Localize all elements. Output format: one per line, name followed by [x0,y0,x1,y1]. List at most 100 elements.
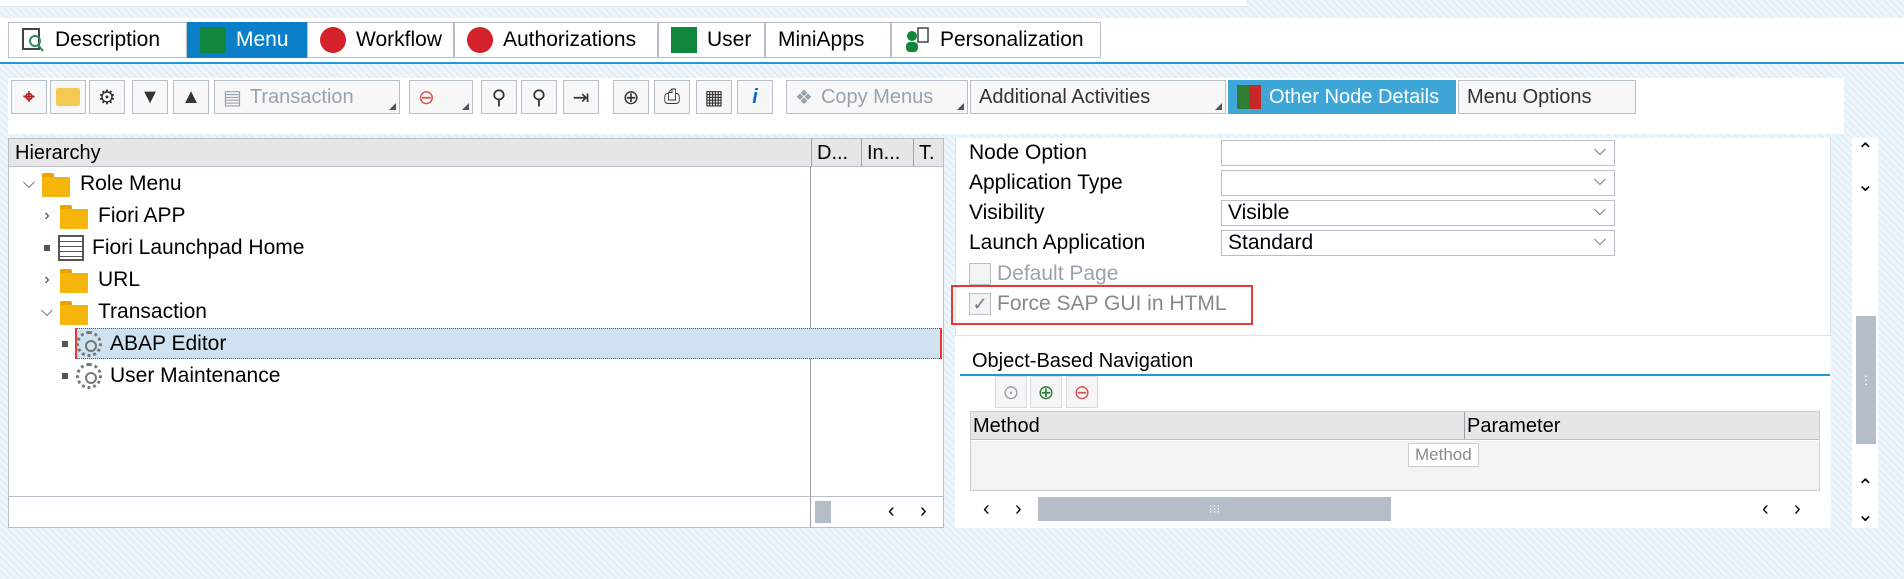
find-next-button[interactable]: ⚲ [521,80,557,114]
scroll-right-icon[interactable]: › [1015,498,1022,521]
node-option-label: Node Option [969,141,1087,164]
hscroll-thumb[interactable] [815,501,831,523]
menu-options-button[interactable]: Menu Options [1458,80,1636,114]
hierarchy-header: Hierarchy D... In... T. [9,139,943,167]
move-up-button[interactable]: ▲ [173,80,209,114]
delete-node-button[interactable]: ⊖ [409,80,473,114]
chevron-down-icon[interactable]: ⌵ [38,303,56,321]
hierarchy-button[interactable]: ⚙ [89,80,125,114]
tree-node-user-maintenance[interactable]: User Maintenance [56,361,280,391]
obn-column-method[interactable]: Method [971,412,1465,440]
obn-table-row[interactable] [971,441,1819,490]
add-row-icon: ⊕ [1037,381,1055,404]
tab-miniapps[interactable]: MiniApps [765,22,891,58]
scroll-left-icon[interactable]: ‹ [888,500,895,523]
workflow-icon [320,27,346,53]
obn-title: Object-Based Navigation [972,350,1194,372]
launch-application-label: Launch Application [969,231,1146,254]
tab-label: User [707,28,752,51]
find-button[interactable]: ⚲ [481,80,517,114]
force-sapgui-checkbox[interactable]: ✓ [969,293,991,315]
column-description[interactable]: D... [817,142,848,165]
tree-node-url[interactable]: › URL [38,265,140,295]
dropdown-corner-icon [462,103,469,110]
scroll-left-icon[interactable]: ‹ [983,498,990,521]
layout-button[interactable]: ▦ [696,80,732,114]
obn-hscroll-thumb[interactable]: ⁝⁝⁝ [1038,497,1391,521]
obn-add-row-button[interactable]: ⊕ [1030,376,1062,408]
scroll-up-icon[interactable]: ⌃ [1857,138,1874,163]
tab-personalization[interactable]: Personalization [891,22,1101,58]
tab-menu[interactable]: Menu [187,22,307,58]
hierarchy-icon: ⚙ [98,86,116,109]
move-down-button[interactable]: ▼ [132,80,168,114]
column-info[interactable]: In... [867,142,900,165]
scroll-down-icon[interactable]: ⌄ [1857,172,1874,197]
copy-menus-button[interactable]: ❖ Copy Menus [786,80,968,114]
copy-menus-label: Copy Menus [820,85,934,108]
scroll-up-icon[interactable]: ⌃ [1857,474,1874,499]
tab-user[interactable]: User [658,22,765,58]
tree-node-label: ABAP Editor [110,332,227,355]
tab-authorizations[interactable]: Authorizations [454,22,658,58]
node-details-icon [1237,85,1261,109]
tree-node-role-menu[interactable]: ⌵ Role Menu [20,169,182,199]
folder-open-icon [60,299,90,325]
scroll-left-icon[interactable]: ‹ [1762,498,1769,521]
other-node-details-label: Other Node Details [1269,85,1440,108]
visibility-select[interactable]: Visible ⌵ [1221,200,1615,226]
vscroll-thumb[interactable]: ⋮ [1856,316,1876,444]
info-button[interactable]: i [737,80,773,114]
authorizations-icon [467,27,493,53]
transaction-button[interactable]: ▤ Transaction [214,80,400,114]
obn-column-parameter[interactable]: Parameter [1465,412,1819,440]
tree-node-fiori-app[interactable]: › Fiori APP [38,201,186,231]
launch-application-select[interactable]: Standard ⌵ [1221,230,1615,256]
transaction-gear-icon [76,331,102,357]
chevron-down-icon: ⌵ [1593,142,1606,159]
default-page-checkbox[interactable] [969,263,991,285]
folder-icon [60,203,90,229]
tree-node-label: Fiori APP [98,204,186,227]
leaf-bullet-icon [62,341,68,347]
binoculars-icon: ⚲ [491,86,507,109]
scroll-right-icon[interactable]: › [920,500,927,523]
leaf-bullet-icon [44,245,50,251]
folder-icon [60,267,90,293]
tab-description[interactable]: Description [8,22,187,58]
obn-delete-row-button[interactable]: ⊖ [1066,376,1098,408]
column-type[interactable]: T. [919,142,935,165]
hscroll-divider [9,496,943,497]
zoom-button[interactable]: ⊕ [613,80,649,114]
tree-node-label: Fiori Launchpad Home [92,236,305,259]
column-hierarchy[interactable]: Hierarchy [15,142,101,165]
chevron-down-icon[interactable]: ⌵ [20,175,38,193]
tab-workflow[interactable]: Workflow [307,22,454,58]
force-sapgui-label: Force SAP GUI in HTML [997,292,1227,315]
other-node-details-button[interactable]: Other Node Details [1228,80,1456,114]
scroll-right-icon[interactable]: › [1794,498,1801,521]
delete-icon: ⊖ [418,86,435,109]
tab-label: MiniApps [778,28,865,51]
tree-node-fiori-launchpad-home[interactable]: Fiori Launchpad Home [38,233,304,263]
tab-label: Menu [236,28,289,51]
obn-details-button[interactable]: ⊙ [995,376,1027,408]
tab-label: Description [55,28,161,51]
print-button[interactable]: ⎙ [654,80,690,114]
chevron-down-icon: ⌵ [1593,232,1606,249]
printer-icon: ⎙ [664,85,680,108]
scroll-down-icon[interactable]: ⌄ [1857,502,1874,527]
binoculars-plus-icon: ⚲ [531,86,547,109]
dropdown-corner-icon [1215,103,1222,110]
import-menu-button[interactable]: ⇥ [563,80,599,114]
where-used-button[interactable]: ⌖ [11,80,47,114]
application-type-select[interactable]: ⌵ [1221,170,1615,196]
chevron-right-icon[interactable]: › [38,271,56,289]
additional-activities-button[interactable]: Additional Activities [970,80,1226,114]
transaction-gear-icon [76,363,102,389]
tree-node-transaction[interactable]: ⌵ Transaction [38,297,207,327]
tree-node-abap-editor[interactable]: ABAP Editor [56,329,226,359]
node-option-select[interactable]: ⌵ [1221,140,1615,166]
chevron-right-icon[interactable]: › [38,207,56,225]
insert-folder-button[interactable] [50,80,86,114]
